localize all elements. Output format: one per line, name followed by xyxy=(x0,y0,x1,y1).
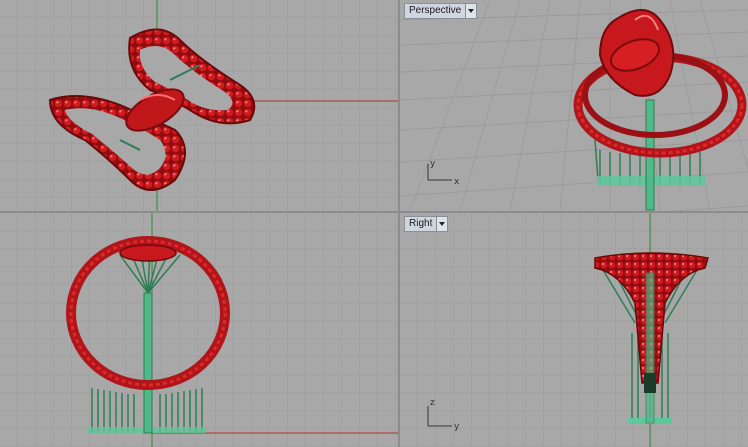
axis-x-label: x xyxy=(454,177,460,187)
viewport-top[interactable] xyxy=(0,0,398,211)
viewport-title-text: Perspective xyxy=(409,5,462,16)
viewport-title-text: Right xyxy=(409,218,433,229)
viewport-right[interactable]: y z Right xyxy=(400,213,748,447)
viewport-perspective[interactable]: x y Perspective xyxy=(400,0,748,211)
axis-y-label: y xyxy=(430,159,436,169)
viewport-title-right[interactable]: Right xyxy=(404,216,449,232)
chevron-down-icon[interactable] xyxy=(465,4,477,18)
grid-perspective: x y xyxy=(400,0,748,211)
viewport-front[interactable] xyxy=(0,213,398,447)
axis-z-label: z xyxy=(430,398,435,408)
chevron-down-icon[interactable] xyxy=(436,217,448,231)
grid-right: y z xyxy=(400,213,748,447)
viewport-title-perspective[interactable]: Perspective xyxy=(404,3,478,19)
grid-front xyxy=(0,213,398,447)
grid-top xyxy=(0,0,398,211)
axis-y-label: y xyxy=(454,422,460,432)
